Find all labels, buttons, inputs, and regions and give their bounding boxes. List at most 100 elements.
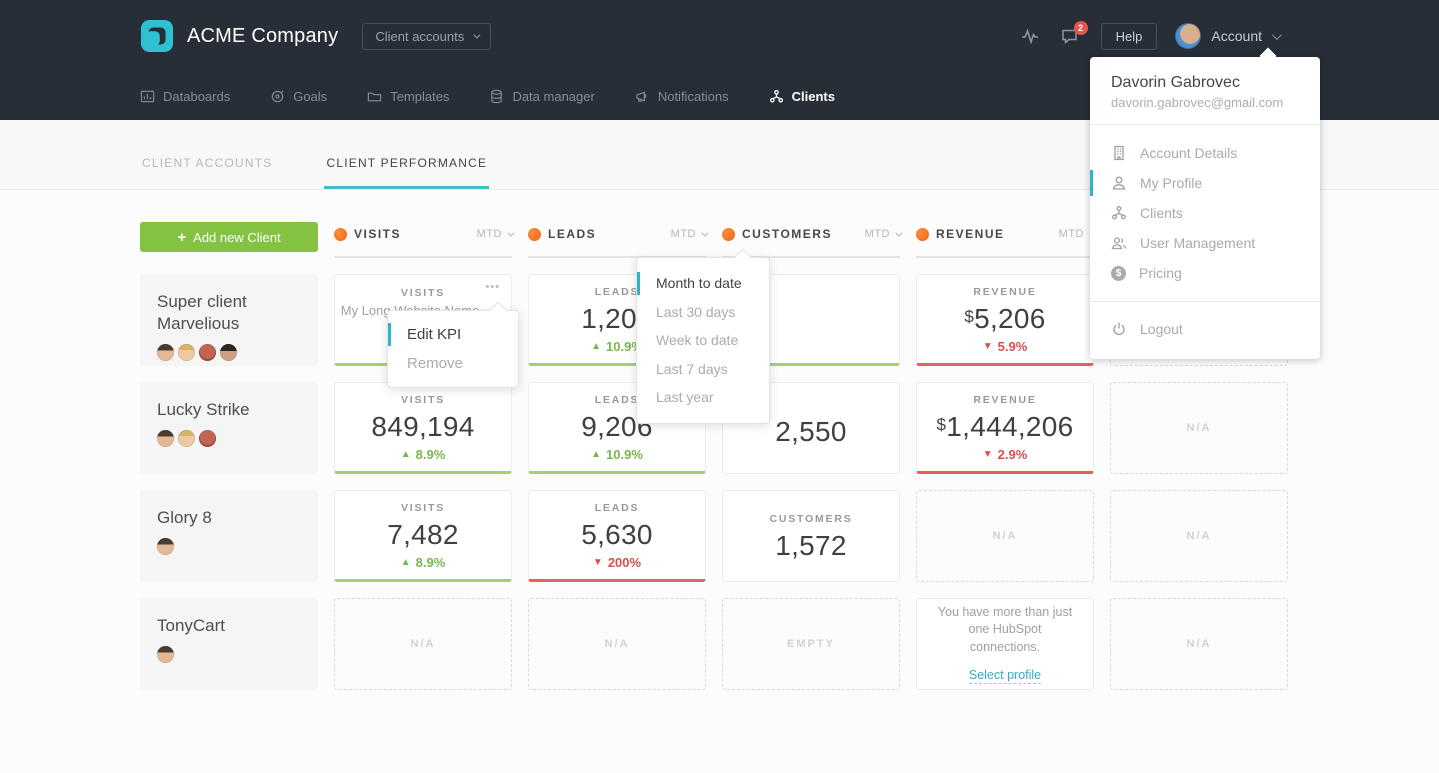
menu-item-label: Account Details	[1140, 145, 1238, 161]
kpi-card-customers-row3[interactable]: CUSTOMERS 1,572	[722, 490, 900, 582]
avatar	[178, 343, 195, 361]
megaphone-icon	[636, 90, 647, 102]
account-label[interactable]: Account	[1211, 28, 1262, 44]
users-icon	[1111, 237, 1127, 250]
menu-item-logout[interactable]: Logout	[1090, 314, 1320, 344]
menu-item-edit-kpi[interactable]: Edit KPI	[388, 320, 518, 349]
period-option-week-to-date[interactable]: Week to date	[637, 326, 769, 355]
kpi-card-revenue-row1[interactable]: REVENUE $5,206 ▼ 5.9%	[916, 274, 1094, 366]
period-label: MTD	[864, 228, 890, 240]
nav-label: Databoards	[163, 88, 231, 104]
client-name: Glory 8	[157, 508, 212, 527]
arrow-up-icon: ▲	[400, 557, 411, 568]
workspace-selector[interactable]: Client accounts	[362, 22, 492, 50]
activity-button[interactable]	[1021, 28, 1039, 44]
arrow-down-icon: ▼	[982, 449, 993, 460]
notifications-button[interactable]: 2	[1061, 21, 1088, 44]
period-selector-revenue[interactable]: MTD	[1058, 228, 1097, 240]
period-selector-customers[interactable]: MTD	[864, 228, 903, 240]
select-profile-link[interactable]: Select profile	[968, 668, 1042, 685]
tab-client-performance[interactable]: CLIENT PERFORMANCE	[324, 156, 490, 189]
company-name: ACME Company	[187, 24, 339, 47]
kpi-card-visits-row1[interactable]: VISITS My Long Website Name ••• Edit KPI…	[334, 274, 519, 388]
menu-item-account-details[interactable]: Account Details	[1090, 138, 1320, 168]
arrow-up-icon: ▲	[591, 341, 602, 352]
nav-item-goals[interactable]: Goals	[270, 89, 327, 104]
account-user-name: Davorin Gabrovec	[1111, 74, 1240, 91]
help-button[interactable]: Help	[1100, 22, 1158, 50]
menu-item-label: Clients	[1140, 205, 1183, 221]
nav-label: Goals	[293, 88, 328, 104]
client-avatars	[157, 429, 301, 447]
menu-item-clients[interactable]: Clients	[1090, 198, 1320, 228]
client-card-glory-8[interactable]: Glory 8	[140, 490, 318, 582]
nav-item-data-manager[interactable]: Data manager	[489, 88, 595, 104]
notification-badge: 2	[1073, 21, 1088, 35]
nav-label: Clients	[791, 88, 835, 104]
kpi-title: VISITS	[400, 502, 446, 514]
add-client-button[interactable]: + Add new Client	[140, 222, 318, 252]
kpi-card-revenue-row2[interactable]: REVENUE $1,444,206 ▼ 2.9%	[916, 382, 1094, 474]
avatar	[199, 429, 216, 447]
kpi-menu-button[interactable]: •••	[485, 281, 500, 293]
kpi-card-visits-row3[interactable]: VISITS 7,482 ▲ 8.9%	[334, 490, 512, 582]
avatar	[157, 537, 174, 555]
menu-item-remove[interactable]: Remove	[388, 349, 518, 378]
period-option-last-year[interactable]: Last year	[637, 383, 769, 412]
client-card-super-client-marvelious[interactable]: Super client Marvelious	[140, 274, 318, 366]
avatar	[157, 645, 174, 663]
empty-kpi-slot: N/A	[1110, 382, 1288, 474]
power-icon	[1113, 322, 1125, 336]
nav-item-notifications[interactable]: Notifications	[635, 89, 729, 104]
empty-kpi-slot: EMPTY	[722, 598, 900, 690]
user-avatar[interactable]	[1175, 23, 1202, 49]
period-option-last-7-days[interactable]: Last 7 days	[637, 355, 769, 384]
empty-kpi-slot: N/A	[1110, 490, 1288, 582]
chevron-down-icon	[473, 31, 481, 39]
nav-label: Templates	[390, 88, 450, 104]
kpi-value: 5,630	[581, 519, 653, 550]
nav-item-clients[interactable]: Clients	[769, 89, 835, 104]
arrow-down-icon: ▼	[982, 341, 993, 352]
client-avatars	[157, 645, 301, 663]
avatar	[157, 343, 174, 361]
clients-tree-icon	[769, 89, 783, 103]
hubspot-icon	[916, 227, 929, 241]
kpi-title: REVENUE	[973, 286, 1037, 298]
column-header-leads: LEADS MTD	[528, 222, 709, 258]
client-avatars	[157, 343, 301, 361]
column-name: REVENUE	[936, 227, 1005, 241]
kpi-value: 2,550	[775, 415, 847, 447]
kpi-delta: 8.9%	[415, 555, 446, 570]
column-header-revenue: REVENUE MTD	[916, 222, 1097, 258]
nav-item-templates[interactable]: Templates	[367, 89, 449, 104]
menu-item-user-management[interactable]: User Management	[1090, 228, 1320, 258]
period-dropdown: Month to date Last 30 days Week to date …	[636, 248, 770, 424]
period-selector-visits[interactable]: MTD	[477, 228, 515, 240]
period-option-month-to-date[interactable]: Month to date	[637, 269, 769, 298]
client-card-lucky-strike[interactable]: Lucky Strike	[140, 382, 318, 474]
arrow-up-icon: ▲	[400, 449, 411, 460]
nav-item-databoards[interactable]: Databoards	[140, 89, 230, 104]
client-card-tonycart[interactable]: TonyCart	[140, 598, 318, 690]
period-selector-leads[interactable]: MTD	[671, 228, 709, 240]
kpi-context-menu: Edit KPI Remove	[387, 301, 519, 388]
kpi-delta: 2.9%	[997, 447, 1028, 462]
column-name: LEADS	[548, 227, 597, 241]
column-header-visits: VISITS MTD	[334, 222, 515, 258]
nav-label: Data manager	[512, 88, 595, 104]
kpi-card-leads-row3[interactable]: LEADS 5,630 ▼ 200%	[528, 490, 706, 582]
empty-label: EMPTY	[787, 638, 835, 650]
empty-kpi-slot: N/A	[528, 598, 706, 690]
person-icon	[1112, 176, 1126, 190]
period-option-last-30-days[interactable]: Last 30 days	[637, 298, 769, 327]
tab-client-accounts[interactable]: CLIENT ACCOUNTS	[140, 156, 274, 189]
client-name: Lucky Strike	[157, 400, 250, 419]
arrow-down-icon: ▼	[592, 557, 603, 568]
period-label: MTD	[1058, 228, 1084, 240]
menu-item-pricing[interactable]: $ Pricing	[1090, 258, 1320, 288]
menu-item-label: User Management	[1140, 235, 1256, 251]
menu-item-my-profile[interactable]: My Profile	[1090, 168, 1320, 198]
kpi-card-visits-row2[interactable]: VISITS 849,194 ▲ 8.9%	[334, 382, 512, 474]
account-chevron-icon[interactable]	[1271, 29, 1282, 40]
